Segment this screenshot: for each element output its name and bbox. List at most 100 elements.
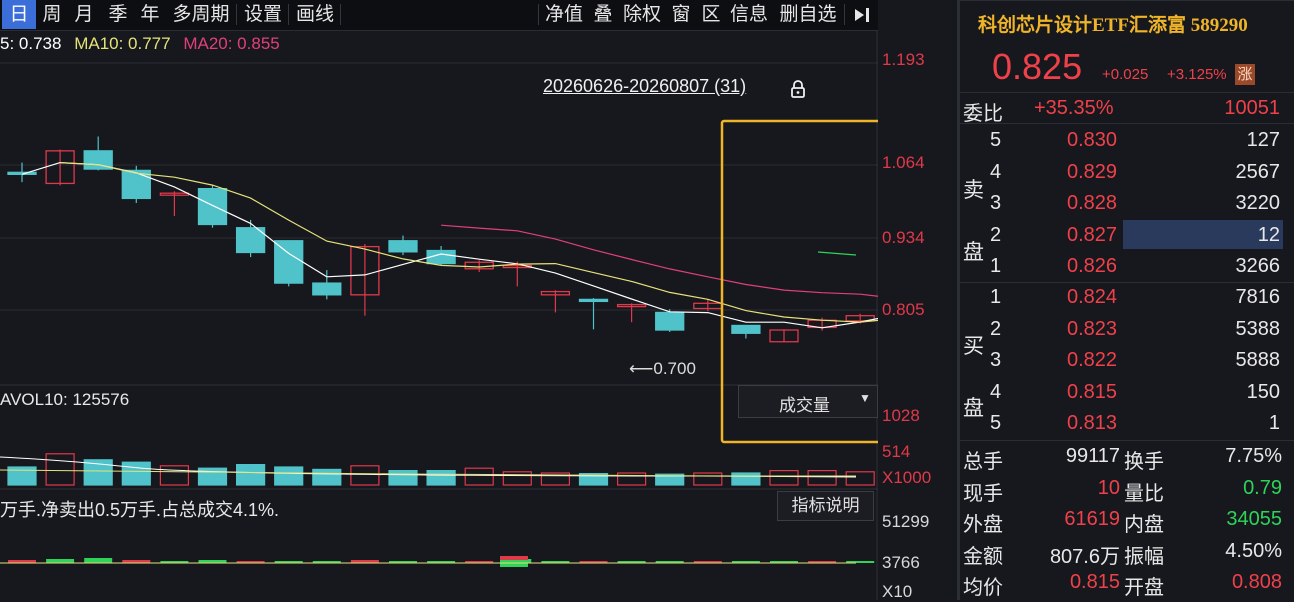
- capital-flow-text: 万手.净卖出0.5万手.占总成交4.1%.: [0, 500, 280, 520]
- volume-bar: [121, 461, 151, 486]
- flow-tick: 3766: [882, 553, 920, 572]
- candle-body: [388, 240, 418, 253]
- draw-line-button[interactable]: 画线: [292, 0, 338, 29]
- bid-volume: 5388: [1235, 317, 1281, 340]
- range-label[interactable]: 20260626-20260807 (31): [543, 76, 746, 97]
- multi-period-button[interactable]: 多周期: [168, 0, 234, 29]
- price-tick: 0.934: [882, 228, 925, 247]
- ask-level: 5: [990, 129, 1002, 151]
- separator: [960, 0, 1294, 1]
- ask-price: 0.828: [1067, 192, 1118, 214]
- stat-value: 4.50%: [1225, 539, 1282, 562]
- ask-volume: 2567: [1235, 160, 1281, 183]
- stat-value: 0.815: [1069, 571, 1120, 593]
- security-title: 科创芯片设计ETF汇添富 589290: [978, 15, 1248, 36]
- info-button[interactable]: 信息: [727, 0, 771, 29]
- volume-indicator-label: AVOL10: 125576: [0, 390, 130, 409]
- net-value-button[interactable]: 净值: [541, 0, 587, 29]
- toolbar-separator: [288, 4, 289, 25]
- weibi-label: 委比: [963, 103, 1003, 125]
- bid-volume: 150: [1246, 380, 1280, 403]
- volume-bar: [693, 472, 723, 486]
- volume-dropdown-label: 成交量: [779, 396, 830, 415]
- bid-volume: 1: [1268, 412, 1280, 434]
- bid-row[interactable]: 5 0.813 1: [960, 408, 1294, 439]
- candle-body: [197, 187, 228, 226]
- volume-bar: [426, 470, 456, 486]
- window-button[interactable]: 窗: [667, 0, 695, 29]
- stats-row: 均价 0.815 开盘 0.808: [960, 567, 1294, 599]
- ma5-legend: 5: 0.738: [0, 34, 62, 53]
- bid-price: 0.813: [1067, 412, 1118, 434]
- volume-bar: [197, 467, 228, 486]
- ask-volume: 3220: [1235, 192, 1281, 214]
- price-tick: 1.193: [882, 50, 925, 69]
- stat-label: 外盘: [963, 514, 1003, 536]
- toolbar-separator: [236, 4, 237, 25]
- bid-row[interactable]: 4 0.815 150: [960, 377, 1294, 408]
- quote-panel: 科创芯片设计ETF汇添富 589290 0.825 +0.025 +3.125%…: [960, 0, 1294, 600]
- volume-bar: [502, 471, 532, 486]
- bid-row[interactable]: 2 0.823 5388: [960, 314, 1294, 345]
- range-button[interactable]: 区: [697, 0, 725, 29]
- stats-row: 金额 807.6万 振幅 4.50%: [960, 536, 1294, 568]
- stat-value: 61619: [1064, 508, 1120, 530]
- ask-row[interactable]: 1 0.826 3266: [960, 251, 1294, 282]
- period-quarter-button[interactable]: 季: [104, 0, 132, 29]
- chart-toolbar: 日 周 月 季 年 多周期 设置 画线 净值 叠 除权 窗 区 信息 删自选: [0, 0, 878, 31]
- indicator-help-button[interactable]: 指标说明: [777, 491, 874, 521]
- ask-row[interactable]: 4 0.829 2567: [960, 157, 1294, 188]
- stat-value: 0.808: [1231, 571, 1282, 593]
- volume-tick: 1028: [882, 406, 920, 425]
- bid-level: 4: [990, 380, 1002, 403]
- stat-label: 换手: [1124, 451, 1164, 473]
- stat-label: 现手: [963, 482, 1003, 505]
- ma20-line: [441, 224, 878, 297]
- volume-bar: [616, 472, 647, 486]
- volume-bar: [159, 465, 189, 486]
- period-month-button[interactable]: 月: [70, 0, 98, 29]
- ask-volume: 127: [1246, 129, 1280, 151]
- bid-level: 5: [990, 412, 1002, 434]
- flow-bar: [500, 556, 528, 560]
- bid-row[interactable]: 1 0.824 7816: [960, 282, 1294, 313]
- low-price-value: 0.700: [653, 359, 696, 378]
- volume-bar: [731, 472, 761, 486]
- stat-label: 开盘: [1124, 577, 1164, 599]
- stat-label: 量比: [1124, 482, 1164, 505]
- flow-bar: [84, 558, 113, 563]
- volume-bar: [236, 464, 266, 486]
- chevron-down-icon: ▼: [859, 391, 871, 405]
- settings-button[interactable]: 设置: [240, 0, 286, 29]
- volume-bar: [274, 466, 304, 486]
- volume-tick: 514: [882, 442, 911, 461]
- lock-icon[interactable]: [790, 80, 806, 103]
- stat-value: 807.6万: [1049, 545, 1120, 568]
- period-week-button[interactable]: 周: [38, 0, 66, 29]
- overlay-button[interactable]: 叠: [589, 0, 617, 29]
- volume-bar: [350, 465, 380, 486]
- volume-indicator-dropdown[interactable]: 成交量 ▼: [738, 385, 878, 418]
- toolbar-separator: [538, 4, 539, 25]
- period-day-button[interactable]: 日: [2, 0, 36, 29]
- volume-bar: [312, 468, 342, 486]
- bid-price: 0.824: [1067, 286, 1118, 308]
- collapse-right-icon[interactable]: [848, 0, 876, 29]
- ask-row[interactable]: 3 0.828 3220: [960, 188, 1294, 219]
- stats-row: 总手 99117 换手 7.75%: [960, 441, 1294, 473]
- kline-chart-area[interactable]: 5: 0.738 MA10: 0.777 MA20: 0.855 2026062…: [0, 30, 878, 600]
- stats-row: 现手 10 量比 0.79: [960, 473, 1294, 505]
- ma20-legend: MA20: 0.855: [183, 34, 280, 53]
- ask-row[interactable]: 5 0.830 127: [960, 125, 1294, 156]
- remove-watchlist-button[interactable]: 删自选: [775, 0, 841, 29]
- ask-level: 1: [990, 255, 1002, 277]
- price-change: +0.025: [1102, 66, 1149, 83]
- period-year-button[interactable]: 年: [136, 0, 164, 29]
- ask-row[interactable]: 2 0.827 12: [960, 219, 1294, 251]
- ask-volume: 3266: [1235, 255, 1281, 277]
- flow-bar: [46, 559, 75, 563]
- ex-rights-button[interactable]: 除权: [619, 0, 665, 29]
- bid-row[interactable]: 3 0.822 5888: [960, 345, 1294, 376]
- stat-value: 34055: [1226, 508, 1282, 530]
- ask-price: 0.830: [1067, 129, 1118, 151]
